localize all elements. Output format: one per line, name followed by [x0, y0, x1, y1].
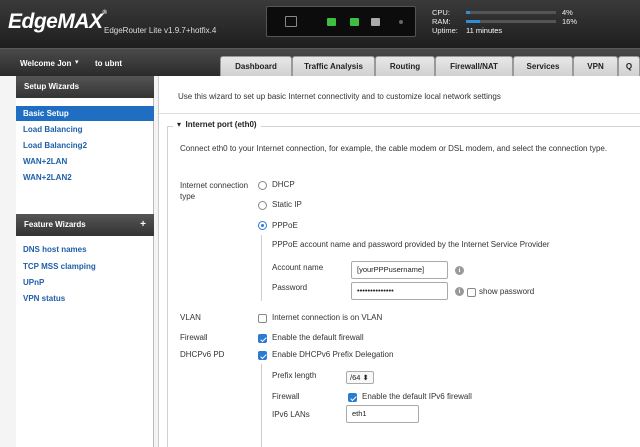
show-password-checkbox[interactable] — [467, 288, 476, 297]
eth2-port-icon[interactable] — [371, 18, 380, 26]
console-port-icon[interactable] — [285, 16, 297, 27]
password-input[interactable]: •••••••••••••• — [351, 282, 448, 300]
uptime-label: Uptime: — [432, 26, 458, 35]
pppoe-label: PPPoE — [272, 221, 298, 230]
edgemax-logo[interactable]: EdgeMAX® — [8, 10, 107, 34]
tab-dashboard[interactable]: Dashboard — [220, 56, 292, 77]
pppoe-group — [261, 235, 262, 301]
dhcp-radio[interactable] — [258, 181, 267, 190]
firewall-text: Enable the default firewall — [272, 333, 364, 342]
router-port-status — [266, 6, 416, 37]
uptime-value: 11 minutes — [466, 26, 503, 35]
sidebar-item-upnp[interactable]: UPnP — [16, 275, 154, 290]
cpu-value: 4% — [562, 8, 573, 17]
sidebar-item-dns-host-names[interactable]: DNS host names — [16, 242, 154, 257]
sidebar-item-basic-setup[interactable]: Basic Setup — [16, 106, 154, 121]
eth0-description: Connect eth0 to your Internet connection… — [180, 144, 608, 153]
top-header: EdgeMAX® EdgeRouter Lite v1.9.7+hotfix.4… — [0, 0, 640, 48]
firewall-label: Firewall — [180, 333, 208, 342]
welcome-user[interactable]: Welcome Jon — [20, 59, 71, 68]
tab-services[interactable]: Services — [513, 56, 573, 77]
logo-mark: ® — [102, 10, 107, 16]
static-ip-label: Static IP — [272, 200, 302, 209]
cpu-bar — [466, 11, 556, 14]
ipv6-firewall-checkbox[interactable] — [348, 393, 357, 402]
wizard-sidebar: Setup Wizards Basic Setup Load Balancing… — [16, 76, 154, 447]
cpu-label: CPU: — [432, 8, 450, 17]
ipv6-lans-input[interactable]: eth1 — [346, 405, 419, 423]
account-info-icon[interactable]: i — [455, 266, 464, 275]
user-menu-caret-icon[interactable]: ▾ — [75, 58, 79, 66]
sidebar-item-vpn-status[interactable]: VPN status — [16, 291, 154, 306]
feature-wizards-header: Feature Wizards + — [16, 214, 154, 236]
setup-wizards-header: Setup Wizards — [16, 76, 154, 98]
nav-bar: Welcome Jon ▾ to ubnt Dashboard Traffic … — [0, 48, 640, 77]
sidebar-item-wan-2lan[interactable]: WAN+2LAN — [16, 154, 154, 169]
ram-bar-fill — [466, 20, 481, 23]
connection-type-label: Internet connection type — [180, 181, 249, 201]
tab-vpn[interactable]: VPN — [573, 56, 618, 77]
vlan-text: Internet connection is on VLAN — [272, 313, 383, 322]
dhcp-label: DHCP — [272, 180, 295, 189]
ram-value: 16% — [562, 17, 578, 26]
sidebar-item-wan-2lan2[interactable]: WAN+2LAN2 — [16, 170, 154, 185]
prefix-length-label: Prefix length — [272, 371, 317, 380]
dhcpv6-checkbox[interactable] — [258, 351, 267, 360]
ram-label: RAM: — [432, 17, 451, 26]
ram-bar — [466, 20, 556, 23]
router-hostname: to ubnt — [95, 59, 123, 68]
sidebar-item-load-balancing2[interactable]: Load Balancing2 — [16, 138, 154, 153]
dhcpv6-label: DHCPv6 PD — [180, 350, 225, 359]
eth0-port-icon[interactable] — [327, 18, 336, 26]
eth1-port-icon[interactable] — [350, 18, 359, 26]
cpu-stat: CPU: 4% — [432, 8, 582, 17]
tab-qos[interactable]: Q — [618, 56, 640, 77]
wizard-content: Use this wizard to set up basic Internet… — [158, 76, 640, 447]
add-feature-wizard-plus-icon[interactable]: + — [140, 214, 146, 236]
pppoe-description: PPPoE account name and password provided… — [272, 240, 550, 249]
dhcpv6-group — [261, 364, 262, 447]
status-led-icon — [399, 20, 403, 24]
firmware-version: EdgeRouter Lite v1.9.7+hotfix.4 — [104, 26, 217, 35]
vlan-checkbox[interactable] — [258, 314, 267, 323]
password-info-icon[interactable]: i — [455, 287, 464, 296]
wizard-intro: Use this wizard to set up basic Internet… — [178, 92, 501, 101]
ipv6-firewall-text: Enable the default IPv6 firewall — [362, 392, 472, 401]
uptime-stat: Uptime: 11 minutes — [432, 26, 582, 35]
internet-port-legend[interactable]: ▾ Internet port (eth0) — [173, 120, 261, 129]
collapse-caret-icon: ▾ — [177, 120, 182, 129]
tab-firewall-nat[interactable]: Firewall/NAT — [435, 56, 513, 77]
show-password-label: show password — [479, 287, 535, 296]
internet-port-title: Internet port (eth0) — [185, 120, 257, 129]
ipv6-lans-label: IPv6 LANs — [272, 410, 310, 419]
setup-wizards-title: Setup Wizards — [24, 82, 80, 91]
system-stats: CPU: 4% RAM: 16% Uptime: 11 minutes — [432, 8, 582, 35]
tab-routing[interactable]: Routing — [375, 56, 435, 77]
account-name-label: Account name — [272, 263, 324, 272]
password-label: Password — [272, 283, 308, 292]
prefix-length-select[interactable]: /64 ⬍ — [346, 371, 374, 384]
pppoe-radio[interactable] — [258, 221, 267, 230]
ram-stat: RAM: 16% — [432, 17, 582, 26]
cpu-bar-fill — [466, 11, 470, 14]
feature-wizards-title: Feature Wizards — [24, 220, 86, 229]
account-name-input[interactable]: [yourPPPusername] — [351, 261, 448, 279]
static-ip-radio[interactable] — [258, 201, 267, 210]
ipv6-firewall-label: Firewall — [272, 392, 300, 401]
sidebar-item-tcp-mss-clamping[interactable]: TCP MSS clamping — [16, 259, 154, 274]
vlan-label: VLAN — [180, 313, 201, 322]
firewall-checkbox[interactable] — [258, 334, 267, 343]
divider — [159, 113, 640, 114]
logo-text: EdgeMAX — [8, 10, 103, 33]
tab-traffic-analysis[interactable]: Traffic Analysis — [292, 56, 375, 77]
sidebar-item-load-balancing[interactable]: Load Balancing — [16, 122, 154, 137]
dhcpv6-text: Enable DHCPv6 Prefix Delegation — [272, 350, 394, 359]
